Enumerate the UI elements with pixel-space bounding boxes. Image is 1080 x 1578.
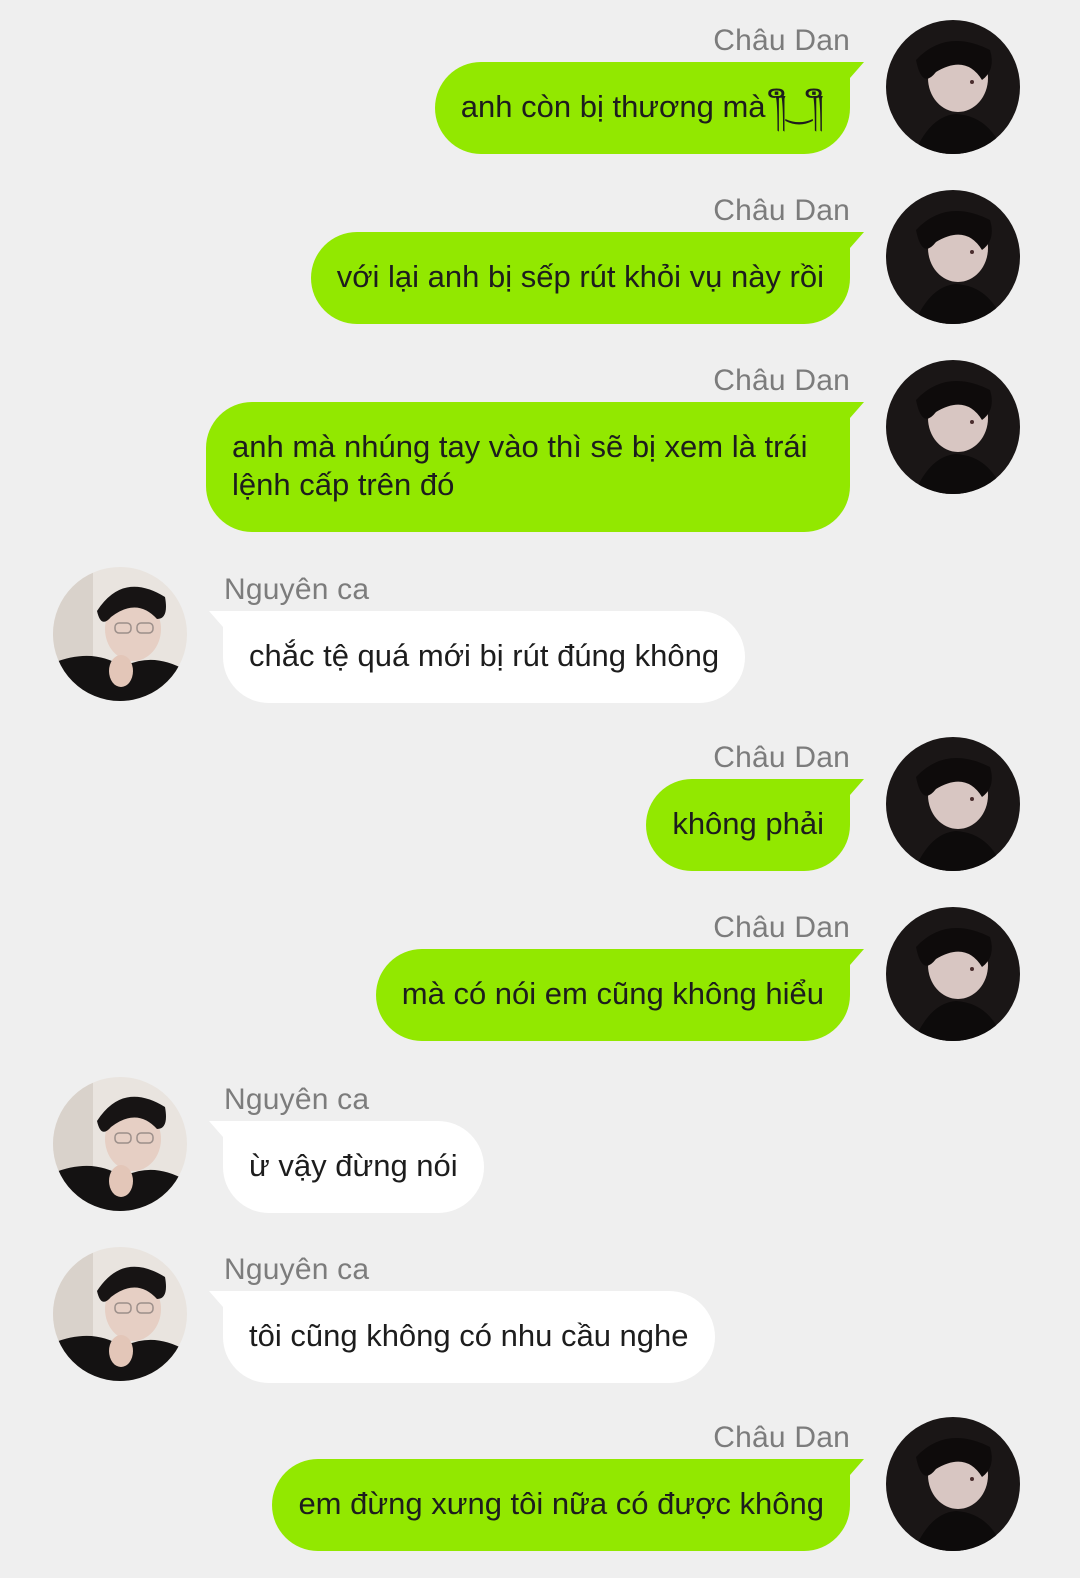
avatar-image bbox=[886, 907, 1020, 1041]
nguyen-ca-avatar[interactable] bbox=[53, 1247, 187, 1381]
message-row: Châu Dan với lại anh bị sếp rút khỏi vụ … bbox=[0, 170, 1080, 340]
sender-name: Châu Dan bbox=[713, 1421, 850, 1454]
chau-dan-avatar[interactable] bbox=[886, 20, 1020, 154]
message-row: Nguyên ca chắc tệ quá mới bị rút đúng kh… bbox=[0, 567, 1080, 717]
message-bubble[interactable]: em đừng xưng tôi nữa có được không bbox=[272, 1459, 864, 1551]
message-row: Châu Dan anh còn bị thương mà ༎ຶ‿༎ຶ bbox=[0, 0, 1080, 170]
nguyen-ca-avatar[interactable] bbox=[53, 567, 187, 701]
message-bubble[interactable]: anh mà nhúng tay vào thì sẽ bị xem là tr… bbox=[206, 402, 864, 532]
chau-dan-avatar[interactable] bbox=[886, 1417, 1020, 1551]
avatar-image bbox=[886, 737, 1020, 871]
avatar-image bbox=[53, 1247, 187, 1381]
sender-name: Châu Dan bbox=[713, 24, 850, 57]
chau-dan-avatar[interactable] bbox=[886, 360, 1020, 494]
sender-name: Nguyên ca bbox=[224, 573, 370, 606]
sender-name: Châu Dan bbox=[713, 741, 850, 774]
message-bubble[interactable]: ừ vậy đừng nói bbox=[209, 1121, 484, 1213]
sender-name: Châu Dan bbox=[713, 364, 850, 397]
message-row: Châu Dan em đừng xưng tôi nữa có được kh… bbox=[0, 1397, 1080, 1567]
chat-thread: Châu Dan anh còn bị thương mà ༎ຶ‿༎ຶ Châu… bbox=[0, 0, 1080, 1578]
chau-dan-avatar[interactable] bbox=[886, 737, 1020, 871]
sender-name: Châu Dan bbox=[713, 911, 850, 944]
message-row: Châu Dan mà có nói em cũng không hiểu bbox=[0, 887, 1080, 1057]
message-row: Nguyên ca tôi cũng không có nhu cầu nghe bbox=[0, 1247, 1080, 1397]
message-bubble[interactable]: anh còn bị thương mà ༎ຶ‿༎ຶ bbox=[434, 62, 865, 154]
avatar-image bbox=[886, 190, 1020, 324]
avatar-image bbox=[886, 360, 1020, 494]
message-row: Nguyên ca ừ vậy đừng nói bbox=[0, 1077, 1080, 1227]
message-bubble[interactable]: chắc tệ quá mới bị rút đúng không bbox=[208, 611, 746, 703]
message-bubble[interactable]: mà có nói em cũng không hiểu bbox=[375, 949, 865, 1041]
avatar-image bbox=[886, 1417, 1020, 1551]
avatar-image bbox=[886, 20, 1020, 154]
chau-dan-avatar[interactable] bbox=[886, 907, 1020, 1041]
avatar-image bbox=[53, 1077, 187, 1211]
sender-name: Châu Dan bbox=[713, 194, 850, 227]
sender-name: Nguyên ca bbox=[224, 1253, 370, 1286]
message-row: Châu Dan không phải bbox=[0, 717, 1080, 887]
nguyen-ca-avatar[interactable] bbox=[53, 1077, 187, 1211]
sender-name: Nguyên ca bbox=[224, 1083, 370, 1116]
message-bubble[interactable]: với lại anh bị sếp rút khỏi vụ này rồi bbox=[310, 232, 865, 324]
message-bubble[interactable]: tôi cũng không có nhu cầu nghe bbox=[209, 1291, 715, 1383]
chau-dan-avatar[interactable] bbox=[886, 190, 1020, 324]
message-row: Châu Dan anh mà nhúng tay vào thì sẽ bị … bbox=[0, 340, 1080, 550]
message-bubble[interactable]: không phải bbox=[646, 779, 864, 871]
avatar-image bbox=[53, 567, 187, 701]
